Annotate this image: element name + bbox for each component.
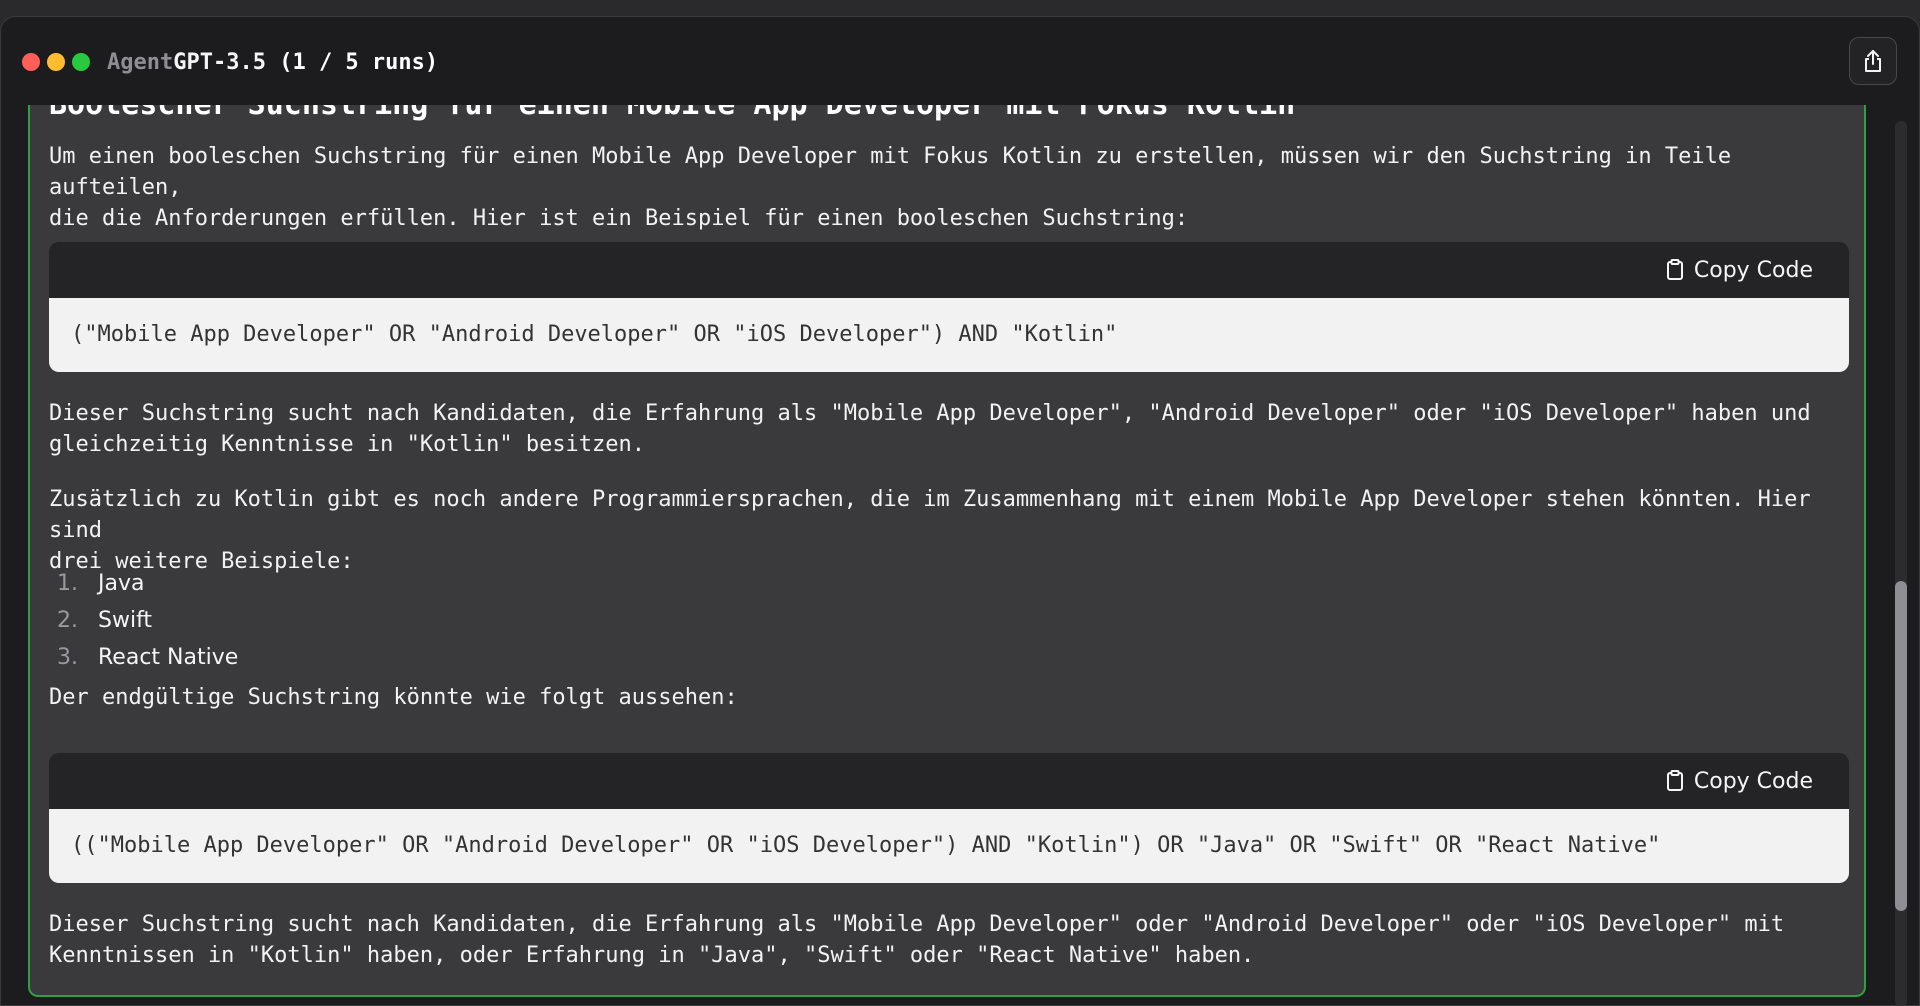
clipboard-icon [1666,770,1683,791]
list-item-text: Java [98,571,145,596]
explanation-1-line-1: Dieser Suchstring sucht nach Kandidaten,… [49,401,1811,426]
additional-languages-paragraph: Zusätzlich zu Kotlin gibt es noch andere… [49,484,1849,577]
code-block-header: Copy Code [49,753,1849,809]
explanation-paragraph-1: Dieser Suchstring sucht nach Kandidaten,… [49,398,1849,460]
list-item-text: React Native [98,645,239,670]
window-controls [22,53,90,71]
minimize-window-button[interactable] [47,53,65,71]
explanation-2-line-2: Kenntnissen in "Kotlin" haben, oder Erfa… [49,943,1255,968]
explanation-2-line-1: Dieser Suchstring sucht nach Kandidaten,… [49,912,1785,937]
scrollbar-thumb[interactable] [1895,581,1907,911]
list-item: 1. Java [49,565,238,602]
copy-code-label: Copy Code [1693,768,1813,794]
window-title: AgentGPT-3.5 (1 / 5 runs) [107,50,438,75]
copy-code-button[interactable]: Copy Code [1666,766,1813,796]
list-item-number: 2. [57,608,78,633]
intro-paragraph: Um einen booleschen Suchstring für einen… [49,141,1849,234]
title-runs: (1 / 5 runs) [279,50,439,75]
maximize-window-button[interactable] [72,53,90,71]
explanation-paragraph-2: Dieser Suchstring sucht nach Kandidaten,… [49,909,1849,971]
code-content: (("Mobile App Developer" OR "Android Dev… [49,809,1849,883]
app-window: Boolescher Suchstring für einen Mobile A… [0,16,1920,1006]
message-panel: Boolescher Suchstring für einen Mobile A… [28,97,1866,997]
share-button[interactable] [1849,37,1897,85]
list-item-text: Swift [98,608,153,633]
intro-line-1: Um einen booleschen Suchstring für einen… [49,144,1732,200]
title-model: GPT-3.5 [173,50,266,75]
languages-list: 1. Java 2. Swift 3. React Native [49,565,238,676]
clipboard-icon [1666,259,1683,280]
code-content: ("Mobile App Developer" OR "Android Deve… [49,298,1849,372]
code-block-header: Copy Code [49,242,1849,298]
list-item-number: 3. [57,645,78,670]
explanation-1-line-2: gleichzeitig Kenntnisse in "Kotlin" besi… [49,432,646,457]
copy-code-label: Copy Code [1693,257,1813,283]
list-item: 2. Swift [49,602,238,639]
share-icon [1865,50,1881,72]
list-item-number: 1. [57,571,78,596]
title-bar: AgentGPT-3.5 (1 / 5 runs) [1,17,1919,105]
copy-code-button[interactable]: Copy Code [1666,255,1813,285]
code-block-2: Copy Code (("Mobile App Developer" OR "A… [49,753,1849,883]
final-intro-paragraph: Der endgültige Suchstring könnte wie fol… [49,685,738,710]
list-item: 3. React Native [49,639,238,676]
title-prefix: Agent [107,50,174,75]
close-window-button[interactable] [22,53,40,71]
code-block-1: Copy Code ("Mobile App Developer" OR "An… [49,242,1849,372]
intro-line-2: die die Anforderungen erfüllen. Hier ist… [49,206,1189,231]
additional-line-1: Zusätzlich zu Kotlin gibt es noch andere… [49,487,1811,543]
